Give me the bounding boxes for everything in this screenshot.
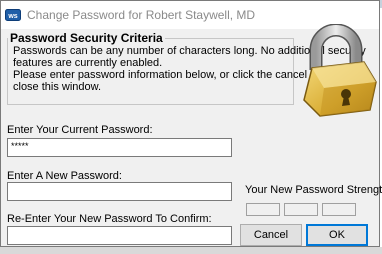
strength-segment <box>246 203 280 216</box>
window-title: Change Password for Robert Staywell, MD <box>27 8 256 22</box>
ok-button[interactable]: OK <box>306 224 368 246</box>
strength-label: Your New Password Strength <box>245 184 382 196</box>
new-password-field[interactable] <box>7 182 232 201</box>
current-password-field[interactable]: ***** <box>7 138 232 157</box>
current-password-label: Enter Your Current Password: <box>7 124 153 136</box>
confirm-password-field[interactable] <box>7 226 232 245</box>
svg-text:ws: ws <box>7 13 17 20</box>
criteria-heading: Password Security Criteria <box>8 31 165 45</box>
criteria-line: close this window. <box>13 81 102 93</box>
new-password-label: Enter A New Password: <box>7 170 122 182</box>
criteria-line: Passwords can be any number of character… <box>13 45 366 57</box>
confirm-password-label: Re-Enter Your New Password To Confirm: <box>7 213 212 225</box>
criteria-line: Please enter password information below,… <box>13 69 353 81</box>
app-logo-icon: ws <box>5 9 21 21</box>
strength-segment <box>284 203 318 216</box>
cancel-button[interactable]: Cancel <box>240 224 302 246</box>
background-window-bottom <box>0 247 382 254</box>
criteria-line: features are currently enabled. <box>13 57 163 69</box>
padlock-icon <box>303 24 377 117</box>
strength-segment <box>322 203 356 216</box>
criteria-text: Passwords can be any number of character… <box>13 45 366 93</box>
